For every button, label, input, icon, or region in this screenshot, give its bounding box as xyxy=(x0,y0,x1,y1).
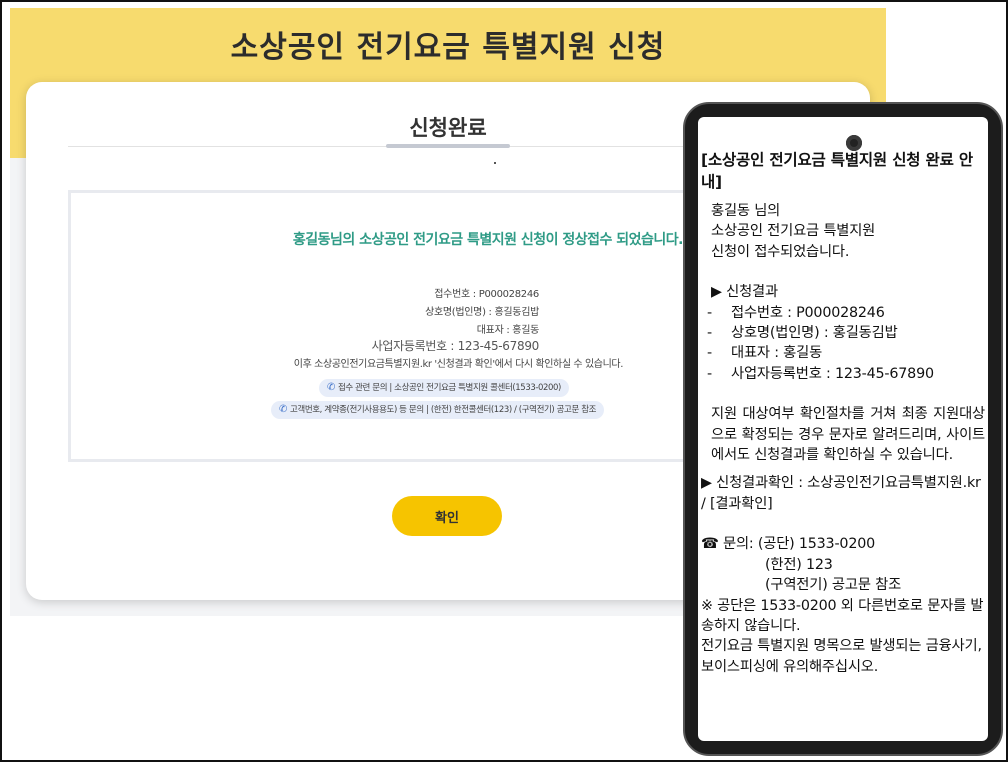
sms-greeting-1: 홍길동 님의 xyxy=(711,203,781,219)
business-name: 상호명(법인명) : 홍길동김밥 xyxy=(425,307,539,318)
followup-note: 이후 소상공인전기요금특별지원.kr '신청결과 확인'에서 다시 확인하실 수… xyxy=(293,359,624,370)
sms-result-item: - 대표자 : 홍길동 xyxy=(707,345,823,362)
sms-warning: ※ 공단은 1533-0200 외 다른번호로 문자를 발송하지 않습니다. xyxy=(701,597,984,634)
sms-notice: 지원 대상여부 확인절차를 거쳐 최종 지원대상으로 확정되는 경우 문자로 알… xyxy=(711,406,985,464)
result-box: 홍길동님의 소상공인 전기요금 특별지원 신청이 정상접수 되었습니다. 접수번… xyxy=(68,190,714,462)
title-underline xyxy=(386,144,510,148)
sms-result-item: - 접수번호 : P000028246 xyxy=(707,304,885,321)
representative: 대표자 : 홍길동 xyxy=(476,325,540,336)
smartphone: [소상공인 전기요금 특별지원 신청 완료 안내] 홍길동 님의 소상공인 전기… xyxy=(683,102,1003,756)
sms-warning-2: 전기요금 특별지원 명목으로 발생되는 금융사기, 보이스피싱에 유의해주십시오… xyxy=(701,638,982,675)
sms-result-heading: ▶ 신청결과 xyxy=(711,284,778,301)
banner-title: 소상공인 전기요금 특별지원 신청 xyxy=(230,30,666,65)
sms-greeting-3: 신청이 접수되었습니다. xyxy=(711,243,850,260)
contact-pill-1-text: 접수 관련 문의 | 소상공인 전기요금 특별지원 콜센터(1533-0200) xyxy=(337,383,561,393)
phone-icon: ✆ xyxy=(327,382,335,393)
sms-title: [소상공인 전기요금 특별지원 신청 완료 안내] xyxy=(701,151,973,191)
completion-headline: 홍길동님의 소상공인 전기요금 특별지원 신청이 정상접수 되었습니다. xyxy=(292,232,684,248)
sms-inquiry: ☎ 문의: (공단) 1533-0200 xyxy=(701,534,985,554)
receipt-number: 접수번호 : P000028246 xyxy=(434,289,539,300)
sms-inquiry-3: (구역전기) 공고문 참조 xyxy=(765,577,902,594)
phone-screen: [소상공인 전기요금 특별지원 신청 완료 안내] 홍길동 님의 소상공인 전기… xyxy=(698,117,988,741)
contact-pill-2-text: 고객번호, 계약종(전기사용용도) 등 문의 | (한전) 한전콜센터(123)… xyxy=(289,405,597,415)
stray-dot xyxy=(494,162,496,164)
sms-inquiry-1: 문의: (공단) 1533-0200 xyxy=(723,536,876,553)
sms-message: [소상공인 전기요금 특별지원 신청 완료 안내] 홍길동 님의 소상공인 전기… xyxy=(701,149,985,677)
sms-result-item: - 상호명(법인명) : 홍길동김밥 xyxy=(707,325,898,342)
business-reg-number: 사업자등록번호 : 123-45-67890 xyxy=(371,339,540,353)
contact-pill-kepco: ✆ 고객번호, 계약종(전기사용용도) 등 문의 | (한전) 한전콜센터(123… xyxy=(271,401,605,419)
sms-greeting-2: 소상공인 전기요금 특별지원 xyxy=(711,223,876,240)
confirm-button[interactable]: 확인 xyxy=(392,496,502,536)
composite-image-frame: 소상공인 전기요금 특별지원 신청 신청완료 홍길동님의 소상공인 전기요금 특… xyxy=(0,0,1008,762)
telephone-icon: ☎ xyxy=(701,536,719,553)
sms-check-line: ▶ 신청결과확인 : 소상공인전기요금특별지원.kr / [결과확인] xyxy=(701,475,981,512)
contact-pill-callcenter: ✆ 접수 관련 문의 | 소상공인 전기요금 특별지원 콜센터(1533-0200… xyxy=(319,379,569,397)
phone-icon: ✆ xyxy=(279,404,287,415)
sms-inquiry-2: (한전) 123 xyxy=(765,556,833,573)
sms-result-item: - 사업자등록번호 : 123-45-67890 xyxy=(707,365,934,382)
